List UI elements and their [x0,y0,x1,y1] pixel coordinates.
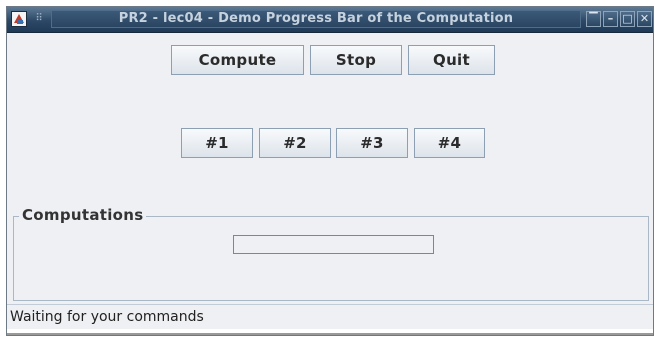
maximize-window-button[interactable]: □ [620,11,635,27]
status-text: Waiting for your commands [10,309,204,325]
task-1-button[interactable]: #1 [181,128,253,158]
computations-title: Computations [19,205,147,225]
compute-button[interactable]: Compute [171,45,304,75]
window-bottom-shadow [7,333,653,335]
computations-panel [13,216,649,301]
quit-button[interactable]: Quit [408,45,495,75]
window-title: PR2 - lec04 - Demo Progress Bar of the C… [118,11,514,26]
task-3-button[interactable]: #3 [336,128,408,158]
task-2-button[interactable]: #2 [259,128,331,158]
close-window-button[interactable]: ✕ [637,11,652,27]
app-window: ⠿ PR2 - lec04 - Demo Progress Bar of the… [6,6,654,336]
minimize-window-button[interactable]: – [603,11,618,27]
computation-progress-bar [233,235,434,254]
java-app-icon[interactable] [11,11,27,27]
window-menu-icon[interactable]: ⠿ [32,12,46,26]
status-bar: Waiting for your commands [7,304,653,330]
shade-window-button[interactable]: ▔ [586,11,601,27]
title-bar[interactable]: ⠿ PR2 - lec04 - Demo Progress Bar of the… [7,7,653,33]
stop-button[interactable]: Stop [310,45,402,75]
task-4-button[interactable]: #4 [414,128,485,158]
